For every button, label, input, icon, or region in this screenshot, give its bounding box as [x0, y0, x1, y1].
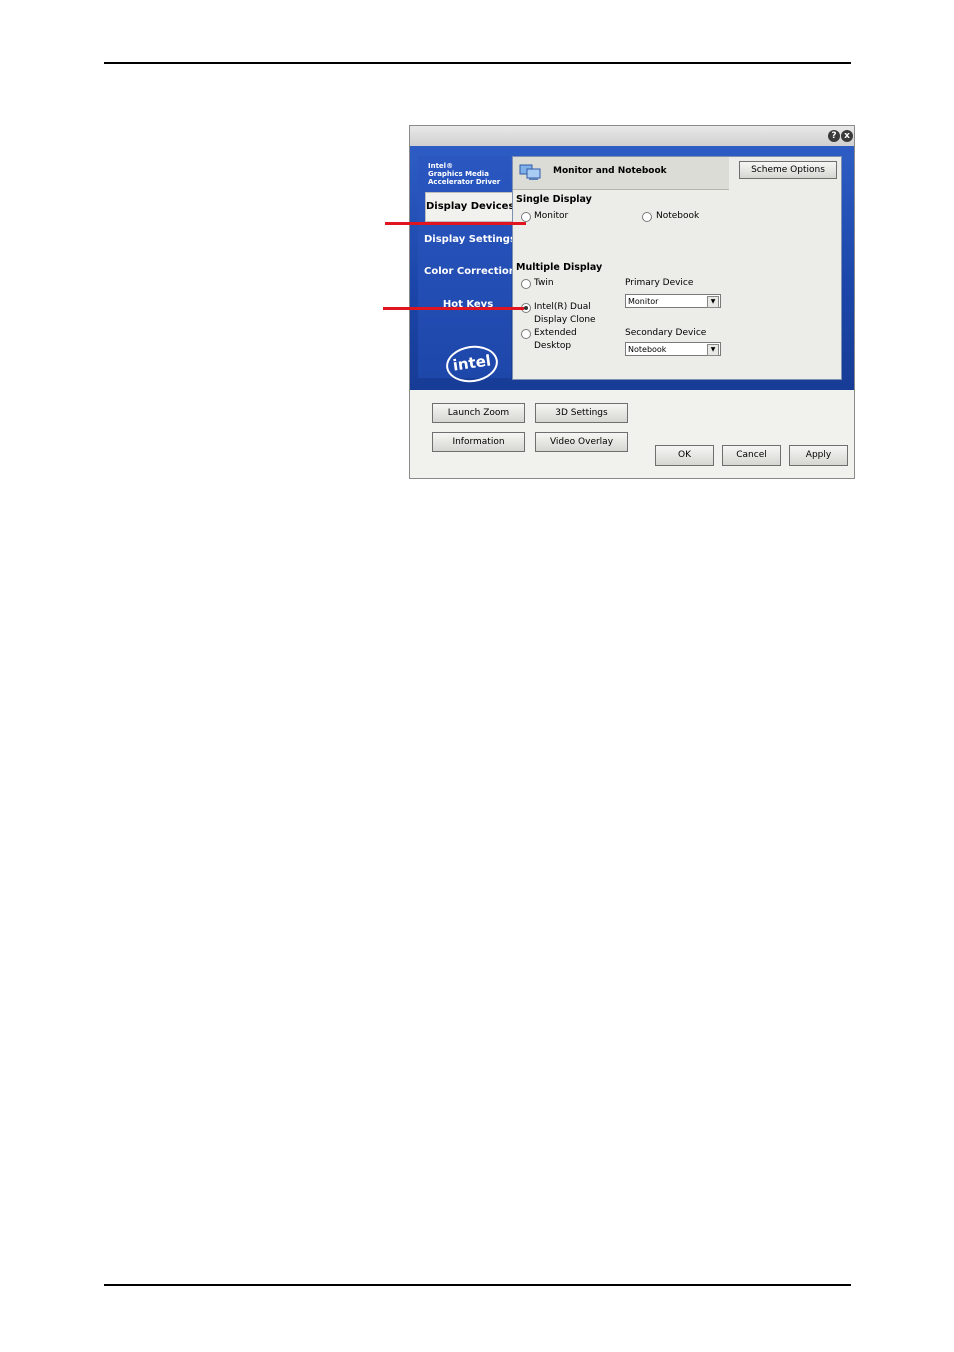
- help-icon[interactable]: ?: [828, 130, 840, 142]
- 3d-settings-button[interactable]: 3D Settings: [535, 403, 628, 423]
- radio-dual-clone-label-line1: Intel(R) Dual: [534, 302, 591, 312]
- launch-zoom-button[interactable]: Launch Zoom: [432, 403, 525, 423]
- apply-button[interactable]: Apply: [789, 445, 848, 466]
- close-icon[interactable]: x: [841, 130, 853, 142]
- information-button[interactable]: Information: [432, 432, 525, 452]
- video-overlay-button[interactable]: Video Overlay: [535, 432, 628, 452]
- navigation-column: Intel® Graphics Media Accelerator Driver…: [418, 156, 516, 386]
- brand-line: Accelerator Driver: [428, 178, 501, 186]
- intel-logo: intel: [443, 342, 501, 386]
- cancel-button[interactable]: Cancel: [722, 445, 781, 466]
- nav-display-settings[interactable]: Display Settings: [424, 226, 516, 254]
- monitor-icon: [519, 164, 541, 180]
- radio-monitor[interactable]: [521, 212, 531, 222]
- radio-twin[interactable]: [521, 279, 531, 289]
- brand-text: Intel® Graphics Media Accelerator Driver: [428, 162, 500, 186]
- nav-display-devices[interactable]: Display Devices: [425, 192, 515, 222]
- title-bar: ? x: [410, 126, 854, 146]
- primary-device-select[interactable]: Monitor ▼: [625, 294, 721, 308]
- intel-gma-window: ? x Intel® Graphics Media Accelerator Dr…: [409, 125, 855, 479]
- single-display-heading: Single Display: [516, 194, 592, 205]
- primary-device-label: Primary Device: [625, 278, 694, 288]
- chevron-down-icon[interactable]: ▼: [707, 296, 719, 308]
- radio-dual-clone-label-line2: Display Clone: [534, 315, 596, 325]
- radio-notebook[interactable]: [642, 212, 652, 222]
- secondary-device-value: Notebook: [628, 345, 667, 354]
- brand-line: Graphics Media: [428, 170, 489, 178]
- footer-rule: [104, 1284, 851, 1286]
- panel-header: Monitor and Notebook: [513, 157, 729, 190]
- brand-line: Intel®: [428, 162, 454, 170]
- callout-line-multiple: [383, 307, 524, 310]
- scheme-options-button[interactable]: Scheme Options: [739, 161, 837, 179]
- radio-extended-label-line1: Extended: [534, 328, 577, 338]
- radio-twin-label: Twin: [534, 278, 554, 288]
- multiple-display-heading: Multiple Display: [516, 262, 603, 273]
- secondary-device-select[interactable]: Notebook ▼: [625, 342, 721, 356]
- display-devices-panel: Monitor and Notebook Scheme Options Sing…: [512, 156, 842, 380]
- nav-hot-keys[interactable]: Hot Keys: [424, 291, 512, 319]
- radio-notebook-label: Notebook: [656, 211, 700, 221]
- blue-frame: Intel® Graphics Media Accelerator Driver…: [410, 146, 854, 390]
- radio-monitor-label: Monitor: [534, 211, 569, 221]
- panel-title: Monitor and Notebook: [553, 166, 667, 176]
- primary-device-value: Monitor: [628, 297, 659, 306]
- ok-button[interactable]: OK: [655, 445, 714, 466]
- chevron-down-icon[interactable]: ▼: [707, 344, 719, 356]
- nav-color-correction[interactable]: Color Correction: [424, 258, 516, 286]
- header-rule: [104, 62, 851, 64]
- secondary-device-label: Secondary Device: [625, 328, 707, 338]
- callout-line-single: [385, 222, 526, 225]
- radio-extended-desktop[interactable]: [521, 329, 531, 339]
- radio-extended-label-line2: Desktop: [534, 341, 572, 351]
